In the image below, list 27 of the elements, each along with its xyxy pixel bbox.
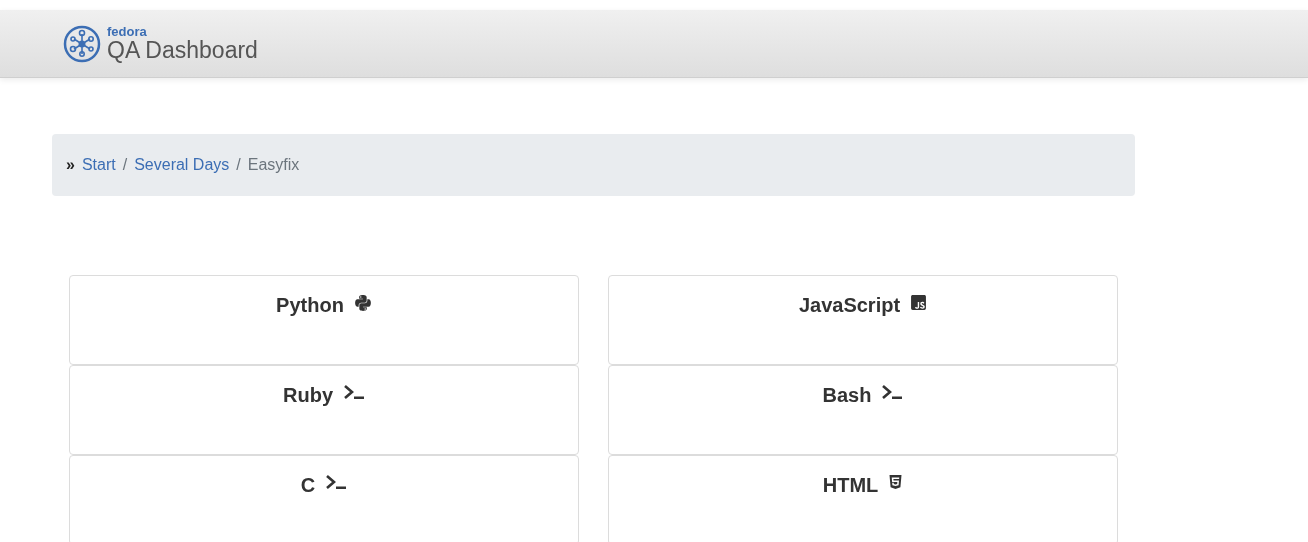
breadcrumb-current: Easyfix	[247, 155, 300, 175]
breadcrumb-marker: »	[66, 155, 75, 175]
language-card[interactable]: Ruby	[69, 365, 579, 455]
card-title: C	[300, 473, 316, 498]
language-card[interactable]: C	[69, 455, 579, 542]
html5-icon	[888, 474, 904, 490]
breadcrumb-link[interactable]: Start	[81, 153, 116, 177]
card-title: Ruby	[283, 383, 333, 408]
breadcrumb-separator: /	[122, 155, 128, 175]
card-title: JavaScript	[798, 293, 901, 318]
brand-name: fedora	[107, 25, 147, 38]
language-card[interactable]: Bash	[608, 365, 1118, 455]
python-icon	[353, 294, 372, 312]
terminal-icon	[325, 474, 348, 490]
language-card[interactable]: Python	[69, 275, 579, 365]
card-title: Bash	[822, 383, 872, 408]
card-title: Python	[276, 293, 344, 318]
terminal-icon	[343, 384, 365, 400]
language-card[interactable]: HTML	[608, 455, 1118, 542]
card-title: HTML	[822, 473, 879, 498]
breadcrumb-link[interactable]: Several Days	[134, 153, 230, 177]
js-icon	[910, 294, 928, 311]
terminal-icon	[881, 384, 904, 400]
app-title: QA Dashboard	[107, 39, 258, 62]
fedora-logo-icon	[63, 24, 101, 63]
language-card[interactable]: JavaScript	[608, 275, 1118, 365]
breadcrumb-separator: /	[236, 155, 241, 175]
